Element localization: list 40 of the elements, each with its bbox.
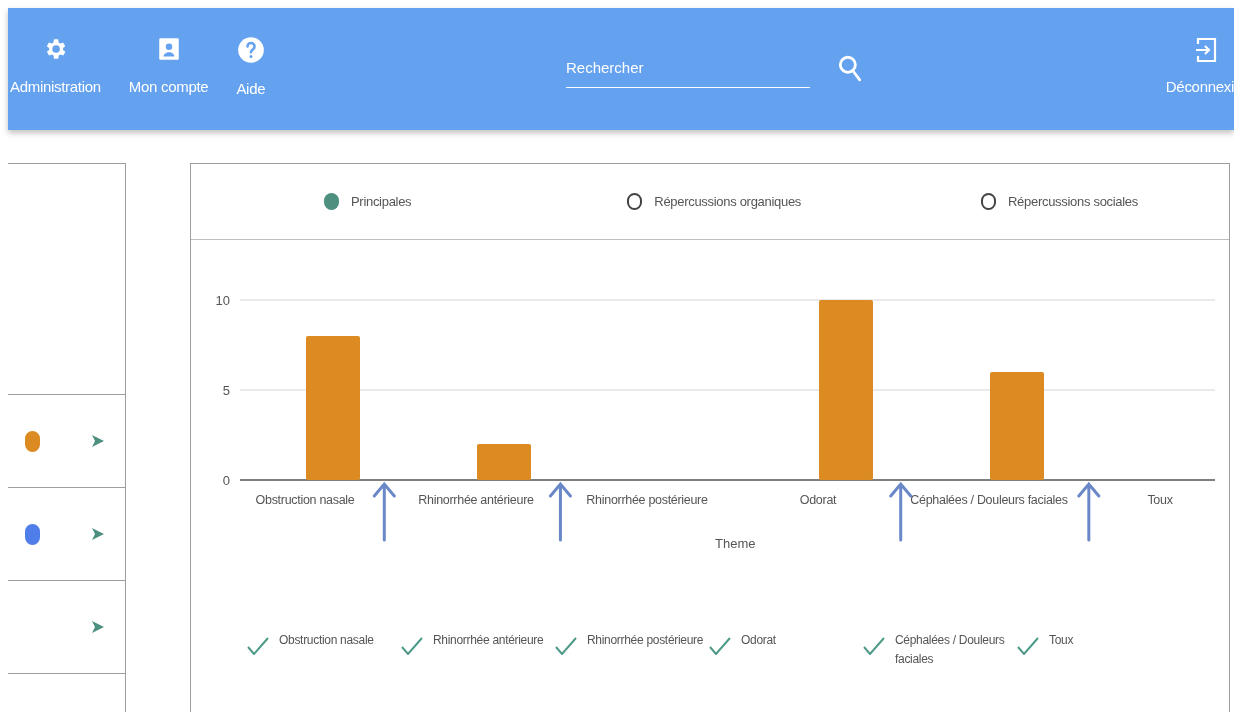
x-tick-label: Toux: [1147, 492, 1173, 509]
up-arrow-icon: [1077, 481, 1101, 542]
check-icon: [247, 637, 269, 655]
up-arrow-icon: [548, 481, 572, 542]
check-icon: [401, 637, 423, 655]
help-icon: [236, 36, 265, 64]
send-icon[interactable]: [91, 620, 105, 634]
check-icon: [1017, 637, 1039, 655]
bar: [477, 444, 531, 480]
filter-checkbox[interactable]: Rhinorrhée antérieure: [401, 631, 555, 669]
send-icon[interactable]: [91, 527, 105, 541]
radio-option[interactable]: Répercussions sociales: [981, 191, 1138, 212]
y-tick-label: 10: [215, 293, 230, 308]
radio-icon: [627, 193, 643, 210]
y-tick-label: 0: [222, 473, 230, 488]
x-tick-label: Obstruction nasale: [255, 492, 355, 509]
x-tick-label: Rhinorrhée postérieure: [586, 492, 708, 509]
check-icon: [555, 637, 577, 655]
x-tick-label: Céphalées / Douleurs faciales: [910, 492, 1068, 509]
filter-checkbox[interactable]: Toux: [1017, 631, 1171, 669]
filter-checkbox[interactable]: Obstruction nasale: [247, 631, 401, 669]
check-icon: [709, 637, 731, 655]
up-arrow-icon: [372, 481, 396, 542]
radio-option[interactable]: Principales: [324, 191, 412, 212]
filter-checkbox[interactable]: Céphalées / Douleurs faciales: [863, 631, 1017, 669]
radio-icon: [324, 193, 339, 210]
radio-option[interactable]: Répercussions organiques: [627, 191, 802, 212]
radio-icon: [981, 193, 997, 210]
send-icon[interactable]: [91, 434, 105, 448]
filter-checkbox[interactable]: Rhinorrhée postérieure: [555, 631, 709, 669]
search-icon[interactable]: [837, 54, 863, 82]
up-arrow-icon: [889, 481, 913, 542]
x-tick-label: Rhinorrhée antérieure: [418, 492, 534, 509]
filter-checkbox[interactable]: Odorat: [709, 631, 863, 669]
x-tick-label: Odorat: [799, 492, 837, 509]
logout-icon: [1194, 36, 1218, 64]
y-tick-label: 5: [222, 383, 230, 398]
check-icon: [863, 637, 885, 655]
search-field[interactable]: Rechercher: [566, 48, 810, 88]
x-axis-title: Theme: [715, 535, 756, 553]
